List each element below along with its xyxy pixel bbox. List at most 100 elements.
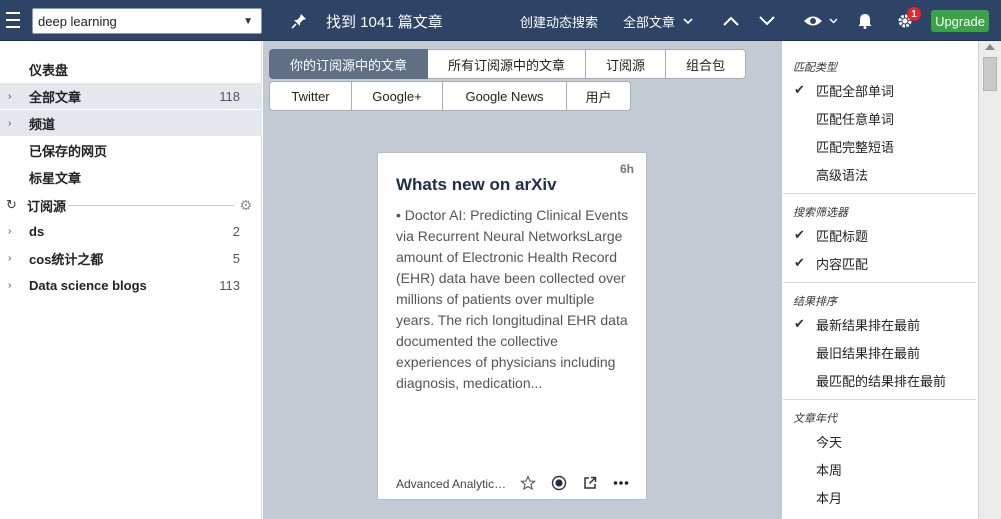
top-bar: deep learning ▼ 找到 1041 篇文章 创建动态搜索 全部文章 … [0,0,1001,41]
chevron-right-icon[interactable]: › [8,226,11,237]
tab-users[interactable]: 用户 [567,81,631,111]
results-count: 找到 1041 篇文章 [326,14,443,31]
chevron-down-icon [828,18,838,24]
eye-icon[interactable] [800,11,840,31]
arrow-down-icon[interactable] [756,11,778,31]
divider [783,399,976,400]
all-articles-dropdown[interactable]: 全部文章 [623,12,693,31]
option-advanced-syntax[interactable]: 高级语法 [783,163,976,185]
article-card[interactable]: 6h Whats new on arXiv • Doctor AI: Predi… [377,152,647,500]
notification-badge: 1 [907,7,921,21]
option-match-all-words[interactable]: ✔ 匹配全部单词 [783,79,976,101]
tab-google-news[interactable]: Google News [443,81,567,111]
sidebar-item-label: 全部文章 [29,89,82,105]
sidebar-item-dashboard[interactable]: 仪表盘 [0,56,262,82]
tab-feeds[interactable]: 订阅源 [586,49,666,79]
chevron-down-icon[interactable]: ▼ [243,16,253,27]
gear-icon[interactable]: ⚙ [239,197,252,214]
all-articles-label: 全部文章 [623,15,676,30]
social-tabs: Twitter Google+ Google News 用户 [269,81,631,111]
sidebar-item-label: 标星文章 [29,170,82,186]
sidebar-item-all-articles[interactable]: › 全部文章 118 [0,83,262,109]
sidebar-item-starred[interactable]: 标星文章 [0,164,262,190]
section-header-sort: 结果排序 [793,296,837,308]
bell-icon[interactable] [855,11,875,31]
option-label: 匹配标题 [816,228,869,244]
upgrade-button[interactable]: Upgrade [931,10,989,32]
check-icon: ✔ [794,82,805,97]
check-icon: ✔ [794,227,805,242]
option-match-content[interactable]: ✔ 内容匹配 [783,252,976,274]
feed-item-label: cos统计之都 [29,251,104,267]
sidebar-item-saved-pages[interactable]: 已保存的网页 [0,137,262,163]
section-header-search-filters: 搜索筛选器 [793,207,848,219]
menu-icon[interactable] [6,12,20,28]
option-label: 最新结果排在最前 [816,317,921,333]
option-label: 最匹配的结果排在最前 [816,373,947,389]
star-icon[interactable] [519,474,537,492]
option-label: 匹配全部单词 [816,83,895,99]
tab-twitter[interactable]: Twitter [269,81,352,111]
mark-read-icon[interactable] [550,474,568,492]
article-summary: • Doctor AI: Predicting Clinical Events … [396,207,629,391]
option-label: 最旧结果排在最前 [816,345,921,361]
source-tabs: 你的订阅源中的文章 所有订阅源中的文章 订阅源 组合包 [269,49,746,79]
feed-item[interactable]: › ds 2 [0,218,262,244]
feed-item-count: 113 [219,277,240,293]
option-label: 匹配任意单词 [816,111,895,127]
divider [68,205,234,206]
search-value: deep learning [38,13,117,29]
main-content: 你的订阅源中的文章 所有订阅源中的文章 订阅源 组合包 Twitter Goog… [263,41,782,519]
article-title[interactable]: Whats new on arXiv [396,175,557,195]
chevron-right-icon[interactable]: › [8,91,11,102]
article-source[interactable]: Advanced Analytics & R [396,477,508,491]
divider [783,282,976,283]
pin-icon[interactable] [289,11,309,31]
option-newest-first[interactable]: ✔ 最新结果排在最前 [783,313,976,335]
tab-all-feeds[interactable]: 所有订阅源中的文章 [428,49,586,79]
scroll-up-arrow-icon[interactable] [985,44,995,50]
refresh-icon[interactable]: ↻ [6,197,17,213]
sidebar-item-label: 仪表盘 [29,62,69,78]
feed-item-label: Data science blogs [29,277,147,293]
feed-item[interactable]: › cos统计之都 5 [0,245,262,271]
option-label: 今天 [816,434,843,450]
sidebar-item-count: 118 [219,88,240,104]
chevron-right-icon[interactable]: › [8,280,11,291]
feed-item-label: ds [29,223,45,239]
option-label: 本月 [816,490,843,506]
panel-scrollbar[interactable] [978,41,1001,519]
feeds-header-label: 订阅源 [27,198,67,214]
check-icon: ✔ [794,255,805,270]
option-match-exact-phrase[interactable]: 匹配完整短语 [783,135,976,157]
chevron-right-icon[interactable]: › [8,253,11,264]
tab-bundles[interactable]: 组合包 [666,49,746,79]
section-header-article-age: 文章年代 [793,413,837,425]
search-input[interactable]: deep learning ▼ [32,8,262,34]
feed-item-count: 5 [232,250,240,266]
option-match-any-word[interactable]: 匹配任意单词 [783,107,976,129]
option-label: 本周 [816,462,843,478]
feed-item-count: 2 [232,223,240,239]
check-icon: ✔ [794,316,805,331]
option-oldest-first[interactable]: 最旧结果排在最前 [783,341,976,363]
sidebar-item-channels[interactable]: › 频道 [0,110,262,136]
arrow-up-icon[interactable] [720,11,742,31]
scrollbar-thumb[interactable] [983,57,997,91]
option-best-match-first[interactable]: 最匹配的结果排在最前 [783,369,976,391]
option-match-title[interactable]: ✔ 匹配标题 [783,224,976,246]
tab-your-feeds[interactable]: 你的订阅源中的文章 [269,49,428,79]
create-alert-link[interactable]: 创建动态搜索 [520,12,598,31]
open-external-icon[interactable] [581,474,599,492]
option-this-month[interactable]: 本月 [783,486,976,508]
divider [783,193,976,194]
more-options-icon[interactable] [612,474,630,492]
tab-google-plus[interactable]: Google+ [352,81,443,111]
sidebar: 仪表盘 › 全部文章 118 › 频道 已保存的网页 标星文章 ↻ 订阅源 ⚙ … [0,41,262,519]
option-this-week[interactable]: 本周 [783,458,976,480]
search-options-panel: 匹配类型 ✔ 匹配全部单词 匹配任意单词 匹配完整短语 高级语法 搜索筛选器 ✔… [783,41,976,519]
chevron-right-icon[interactable]: › [8,118,11,129]
option-today[interactable]: 今天 [783,430,976,452]
article-age: 6h [619,162,634,176]
feed-item[interactable]: › Data science blogs 113 [0,272,262,298]
